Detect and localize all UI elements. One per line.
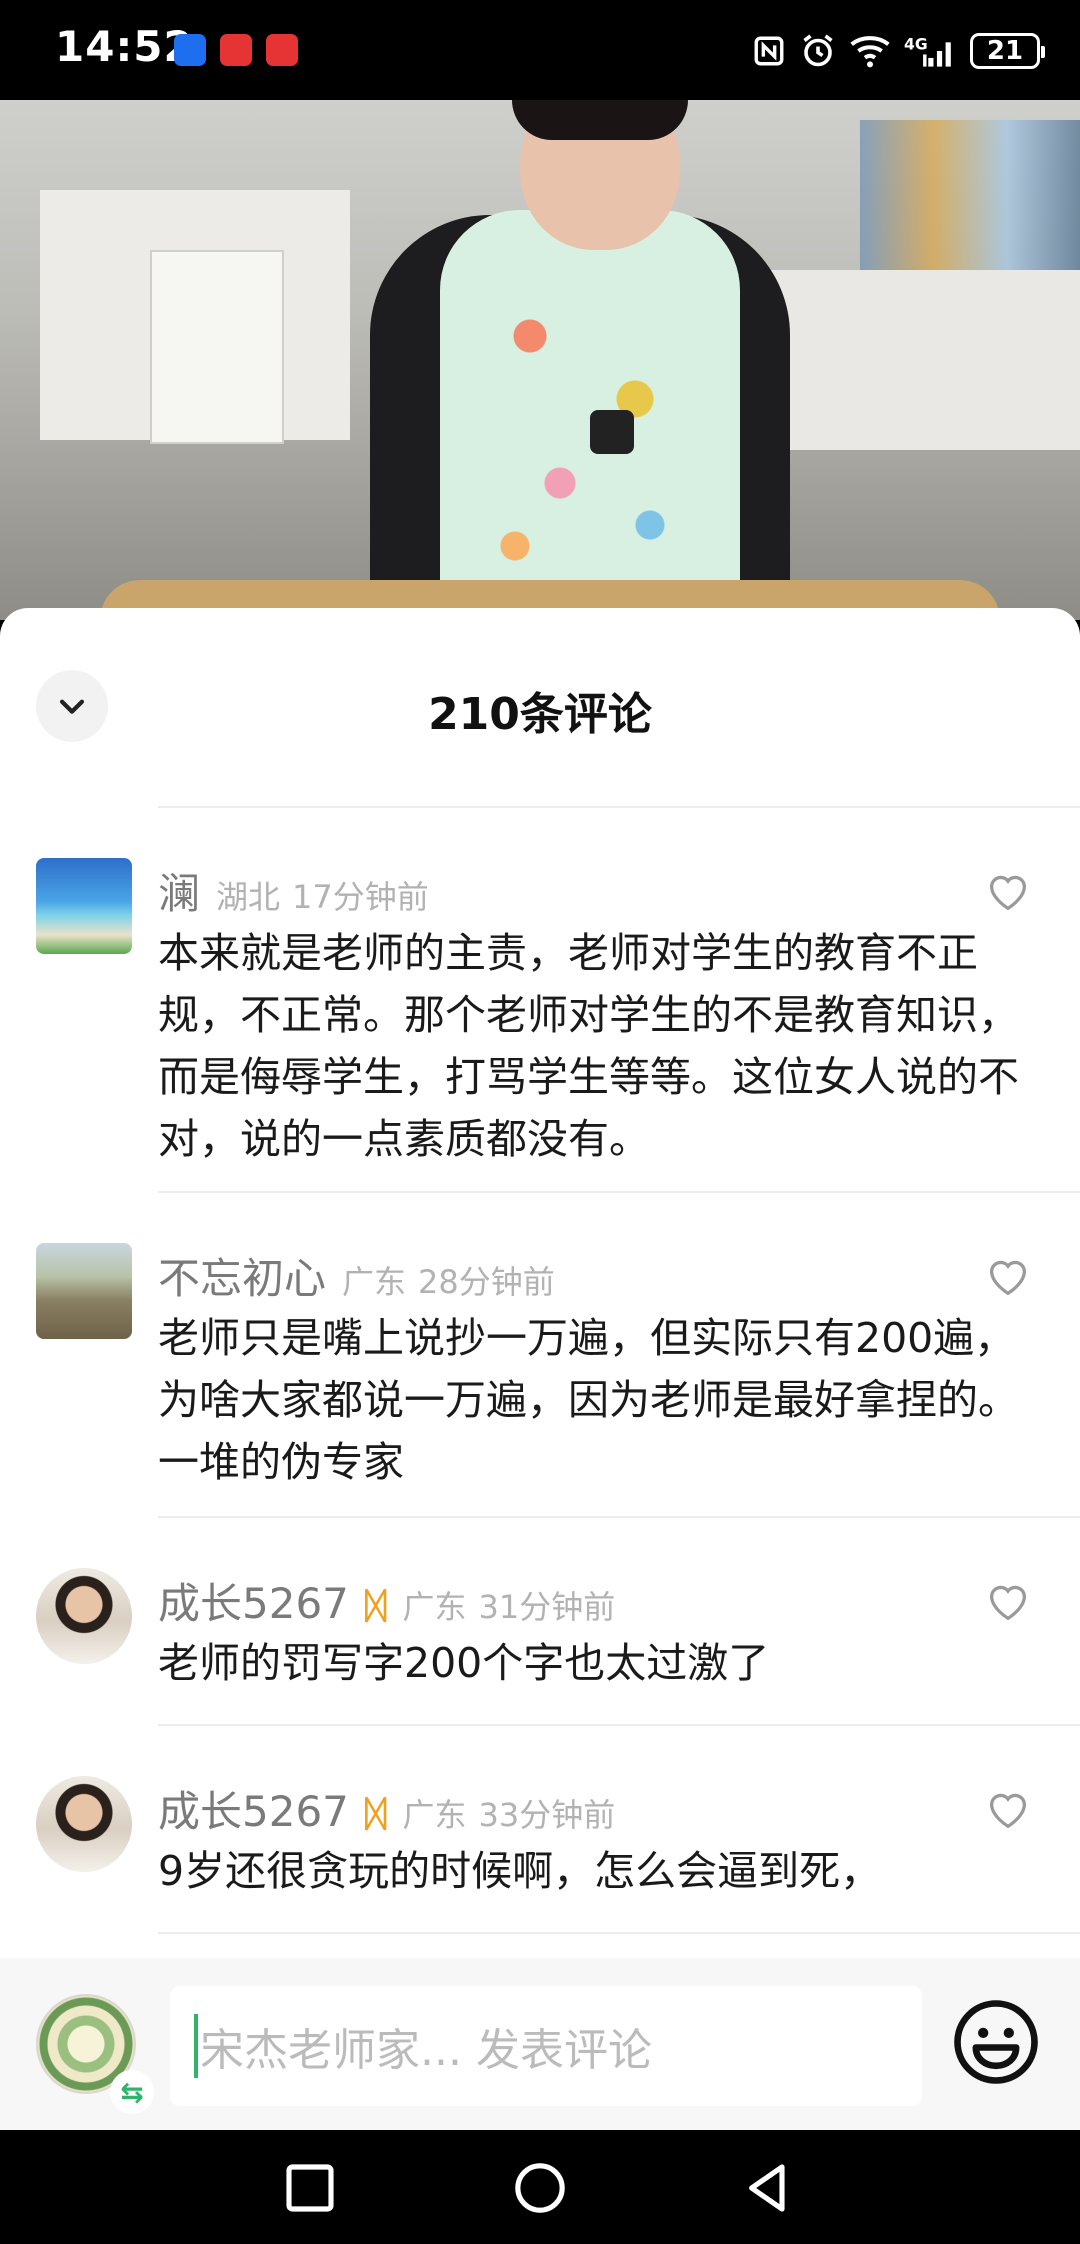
comment-text[interactable]: 9岁还很贪玩的时候啊，怎么会逼到死， [158, 1840, 1038, 1902]
comments-panel: 210条评论 澜 湖北 17分钟前 本来就是老师的主责，老师对学生的教育不正规，… [0, 608, 1080, 2130]
comment-location: 广东 [402, 1796, 467, 1834]
divider [158, 1191, 1080, 1193]
status-bar: 14:52 4G 21 [0, 0, 1080, 100]
back-triangle-icon[interactable] [740, 2160, 796, 2216]
avatar[interactable] [36, 1243, 132, 1339]
comment-location: 广东 [342, 1263, 407, 1301]
comment-location: 湖北 [216, 878, 281, 916]
heart-icon[interactable] [986, 1257, 1030, 1297]
comment-text[interactable]: 本来就是老师的主责，老师对学生的教育不正规，不正常。那个老师对学生的不是教育知识… [158, 922, 1038, 1170]
comment-time: 31分钟前 [478, 1588, 616, 1626]
background-drawer [150, 250, 284, 444]
screen: 14:52 4G 21 210条评论 澜 湖北 17分钟前 本来就是老师的主责，… [0, 0, 1080, 2244]
comment-location: 广东 [402, 1588, 467, 1626]
background-shelf [860, 120, 1080, 270]
4g-signal-icon: 4G [904, 35, 951, 67]
home-circle-icon[interactable] [512, 2160, 568, 2216]
heart-icon[interactable] [986, 1790, 1030, 1830]
divider [158, 1516, 1080, 1518]
heart-icon[interactable] [986, 872, 1030, 912]
comment-time: 33分钟前 [478, 1796, 616, 1834]
wifi-icon [850, 36, 890, 68]
fan-badge-icon: ᛞ [364, 1586, 387, 1627]
comment-text[interactable]: 老师的罚写字200个字也太过激了 [158, 1632, 1038, 1694]
fan-badge-icon: ᛞ [364, 1794, 387, 1835]
comment-input-placeholder: 宋杰老师家... 发表评论 [200, 2025, 652, 2076]
comment-count-title: 210条评论 [428, 689, 652, 740]
emoji-icon[interactable] [952, 1998, 1040, 2086]
divider [158, 806, 1080, 808]
system-nav-bar [0, 2130, 1080, 2244]
alarm-icon [803, 34, 833, 67]
comment-time: 17分钟前 [292, 878, 429, 916]
comment-author[interactable]: 澜 [158, 860, 200, 921]
svg-text:4G: 4G [904, 35, 928, 53]
comment-author[interactable]: 成长5267 [158, 1570, 349, 1631]
battery-indicator: 21 [970, 33, 1045, 69]
divider [158, 1932, 1080, 1934]
comment-text[interactable]: 老师只是嘴上说抄一万遍，但实际只有200遍，为啥大家都说一万遍，因为老师是最好拿… [158, 1307, 1038, 1493]
avatar[interactable] [36, 1776, 132, 1872]
avatar[interactable] [36, 858, 132, 954]
comment-item[interactable]: 成长5267 ᛞ 广东 31分钟前 老师的罚写字200个字也太过激了 [0, 1568, 1080, 1718]
red-app-notification-icon [220, 34, 252, 66]
status-time: 14:52 [55, 22, 194, 71]
comment-author[interactable]: 不忘初心 [158, 1245, 326, 1306]
background-desk [740, 270, 1080, 450]
nfc-icon [754, 36, 784, 66]
recents-square-icon[interactable] [282, 2160, 338, 2216]
heart-icon[interactable] [986, 1582, 1030, 1622]
switch-account-icon[interactable]: ⇆ [110, 2070, 154, 2114]
status-icons: 4G 21 [752, 26, 1045, 76]
comment-input[interactable]: 宋杰老师家... 发表评论 [170, 1986, 922, 2106]
video-player[interactable] [0, 100, 1080, 620]
speaker-hair [512, 100, 688, 140]
divider [158, 1724, 1080, 1726]
comment-item[interactable]: 澜 湖北 17分钟前 本来就是老师的主责，老师对学生的教育不正规，不正常。那个老… [0, 858, 1080, 1198]
comment-input-bar: ⇆ 宋杰老师家... 发表评论 [0, 1958, 1080, 2130]
red-app-notification-icon [266, 34, 298, 66]
text-caret [194, 2014, 198, 2078]
lapel-mic [590, 410, 634, 454]
avatar[interactable] [36, 1568, 132, 1664]
comment-time: 28分钟前 [418, 1263, 555, 1301]
comment-item[interactable]: 不忘初心 广东 28分钟前 老师只是嘴上说抄一万遍，但实际只有200遍，为啥大家… [0, 1243, 1080, 1523]
app-notification-icon [174, 34, 206, 66]
comment-author[interactable]: 成长5267 [158, 1778, 349, 1839]
comment-item[interactable]: 成长5267 ᛞ 广东 33分钟前 9岁还很贪玩的时候啊，怎么会逼到死， [0, 1776, 1080, 1926]
